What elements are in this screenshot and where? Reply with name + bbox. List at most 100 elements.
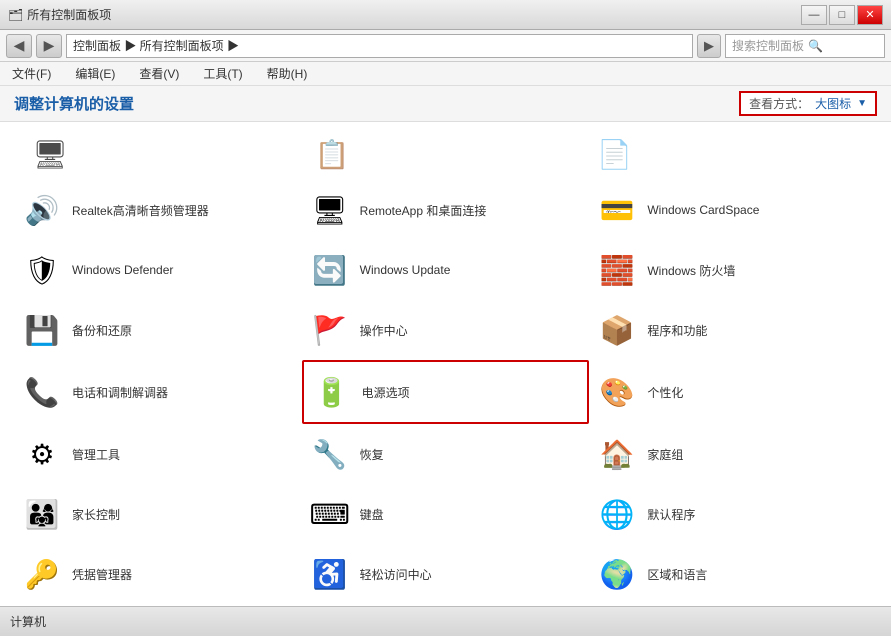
search-icon: 🔍 — [808, 39, 823, 53]
item-cardspace[interactable]: 💳 Windows CardSpace — [589, 180, 877, 240]
item-remoteapp[interactable]: 🖥 RemoteApp 和桌面连接 — [302, 180, 590, 240]
item-label-keyboard: 键盘 — [360, 506, 384, 523]
item-windowsupdate[interactable]: 🔄 Windows Update — [302, 240, 590, 300]
view-mode-value: 大图标 — [815, 95, 851, 112]
item-firewall[interactable]: 🧱Windows 防火墙 — [589, 240, 877, 300]
item-power[interactable]: 🔋 电源选项 — [302, 360, 590, 424]
item-admintools[interactable]: ⚙管理工具 — [14, 424, 302, 484]
item-icon-backup: 💾 — [22, 310, 62, 350]
items-grid: 🔊 Realtek高清晰音频管理器 🖥 RemoteApp 和桌面连接 💳 Windows… — [14, 180, 877, 606]
item-icon-actioncenter: 🚩 — [310, 310, 350, 350]
status-bar: 计算机 — [0, 606, 891, 636]
item-credential[interactable]: 🔑 凭据管理器 — [14, 544, 302, 604]
item-icon-firewall: 🧱 — [597, 250, 637, 290]
item-icon-phone: 📞 — [22, 372, 62, 412]
item-personalize[interactable]: 🎨 个性化 — [589, 360, 877, 424]
item-icon-realtek: 🔊 — [22, 190, 62, 230]
item-label-recovery: 恢复 — [360, 446, 384, 463]
partial-icon-2: 📋 — [312, 134, 352, 174]
item-label-power: 电源选项 — [362, 384, 410, 401]
item-label-programs: 程序和功能 — [647, 322, 707, 339]
item-programs[interactable]: 📦 程序和功能 — [589, 300, 877, 360]
item-label-accessibility: 轻松访问中心 — [360, 566, 432, 583]
item-keyboard[interactable]: ⌨ 键盘 — [302, 484, 590, 544]
title-bar-title: 所有控制面板项 — [27, 6, 111, 23]
search-box[interactable]: 搜索控制面板 🔍 — [725, 34, 885, 58]
view-mode-label: 查看方式： — [749, 95, 809, 112]
status-text: 计算机 — [10, 613, 46, 630]
item-icon-keyboard: ⌨ — [310, 494, 350, 534]
menu-help[interactable]: 帮助(H) — [263, 63, 312, 84]
item-label-cardspace: Windows CardSpace — [647, 203, 759, 217]
item-backup[interactable]: 💾 备份和还原 — [14, 300, 302, 360]
menu-edit[interactable]: 编辑(E) — [71, 63, 119, 84]
address-text: 控制面板 ▶ 所有控制面板项 ▶ — [73, 37, 239, 54]
close-button[interactable]: ✕ — [857, 5, 883, 25]
address-go-button[interactable]: ▶ — [697, 34, 721, 58]
title-bar: 🗂 所有控制面板项 — □ ✕ — [0, 0, 891, 30]
toolbar-row: 调整计算机的设置 查看方式： 大图标 ▼ — [0, 86, 891, 122]
minimize-button[interactable]: — — [801, 5, 827, 25]
item-icon-windowsupdate: 🔄 — [310, 250, 350, 290]
item-phone[interactable]: 📞 电话和调制解调器 — [14, 360, 302, 424]
item-datetime[interactable]: 📅日期和时间 — [302, 604, 590, 606]
view-mode-selector[interactable]: 查看方式： 大图标 ▼ — [739, 91, 877, 116]
maximize-button[interactable]: □ — [829, 5, 855, 25]
partial-item-2: 📋 — [304, 130, 586, 178]
partial-item-1: 🖥 — [22, 130, 304, 178]
partial-row: 🖥 📋 📄 — [14, 130, 877, 178]
title-bar-left: 🗂 所有控制面板项 — [8, 6, 111, 23]
main-area: 调整计算机的设置 查看方式： 大图标 ▼ 🖥 📋 📄 🔊Realtek高清晰音频 — [0, 86, 891, 606]
item-accessibility[interactable]: ♿ 轻松访问中心 — [302, 544, 590, 604]
menu-tools[interactable]: 工具(T) — [199, 63, 246, 84]
item-label-defaultprograms: 默认程序 — [647, 506, 695, 523]
menu-bar: 文件(F) 编辑(E) 查看(V) 工具(T) 帮助(H) — [0, 62, 891, 86]
forward-button[interactable]: ▶ — [36, 34, 62, 58]
search-placeholder: 搜索控制面板 — [732, 37, 804, 54]
item-defender[interactable]: 🛡Windows Defender — [14, 240, 302, 300]
item-label-region: 区域和语言 — [647, 566, 707, 583]
item-region[interactable]: 🌍区域和语言 — [589, 544, 877, 604]
item-taskbar[interactable]: 📌任务栏和「开始」菜单 — [14, 604, 302, 606]
item-icon-cardspace: 💳 — [597, 190, 637, 230]
item-recovery[interactable]: 🔧恢复 — [302, 424, 590, 484]
item-label-credential: 凭据管理器 — [72, 566, 132, 583]
item-label-realtek: Realtek高清晰音频管理器 — [72, 202, 209, 219]
page-title: 调整计算机的设置 — [14, 93, 134, 114]
item-label-homegroup: 家庭组 — [647, 446, 683, 463]
item-icon-credential: 🔑 — [22, 554, 62, 594]
item-icon-remoteapp: 🖥 — [310, 190, 350, 230]
item-label-parentalcontrol: 家长控制 — [72, 506, 120, 523]
back-button[interactable]: ◀ — [6, 34, 32, 58]
items-container[interactable]: 🖥 📋 📄 🔊 Realtek高清晰音频管理器 🖥 RemoteApp 和桌面连接 💳 W… — [0, 122, 891, 606]
item-label-remoteapp: RemoteApp 和桌面连接 — [360, 202, 487, 219]
item-realtek[interactable]: 🔊 Realtek高清晰音频管理器 — [14, 180, 302, 240]
menu-file[interactable]: 文件(F) — [8, 63, 55, 84]
item-parentalcontrol[interactable]: 👨‍👩‍👧 家长控制 — [14, 484, 302, 544]
address-bar: ◀ ▶ 控制面板 ▶ 所有控制面板项 ▶ ▶ 搜索控制面板 🔍 — [0, 30, 891, 62]
item-icon-personalize: 🎨 — [597, 372, 637, 412]
item-icon-homegroup: 🏠 — [597, 434, 637, 474]
partial-item-3: 📄 — [587, 130, 869, 178]
item-defaultprograms[interactable]: 🌐默认程序 — [589, 484, 877, 544]
item-label-windowsupdate: Windows Update — [360, 263, 451, 277]
partial-icon-1: 🖥 — [30, 134, 70, 174]
address-path[interactable]: 控制面板 ▶ 所有控制面板项 ▶ — [66, 34, 693, 58]
item-icon-admintools: ⚙ — [22, 434, 62, 474]
title-bar-controls: — □ ✕ — [801, 5, 883, 25]
item-icon-defender: 🛡 — [22, 250, 62, 290]
item-icon-accessibility: ♿ — [310, 554, 350, 594]
menu-view[interactable]: 查看(V) — [135, 63, 183, 84]
item-icon-power: 🔋 — [312, 372, 352, 412]
item-icon-programs: 📦 — [597, 310, 637, 350]
item-icon-parentalcontrol: 👨‍👩‍👧 — [22, 494, 62, 534]
item-getstarted[interactable]: 📋入门 — [589, 604, 877, 606]
item-label-phone: 电话和调制解调器 — [72, 384, 168, 401]
item-actioncenter[interactable]: 🚩操作中心 — [302, 300, 590, 360]
partial-icon-3: 📄 — [595, 134, 635, 174]
item-label-backup: 备份和还原 — [72, 322, 132, 339]
item-label-personalize: 个性化 — [647, 384, 683, 401]
title-bar-icon: 🗂 — [8, 8, 23, 22]
item-homegroup[interactable]: 🏠 家庭组 — [589, 424, 877, 484]
view-dropdown-icon: ▼ — [857, 98, 867, 109]
